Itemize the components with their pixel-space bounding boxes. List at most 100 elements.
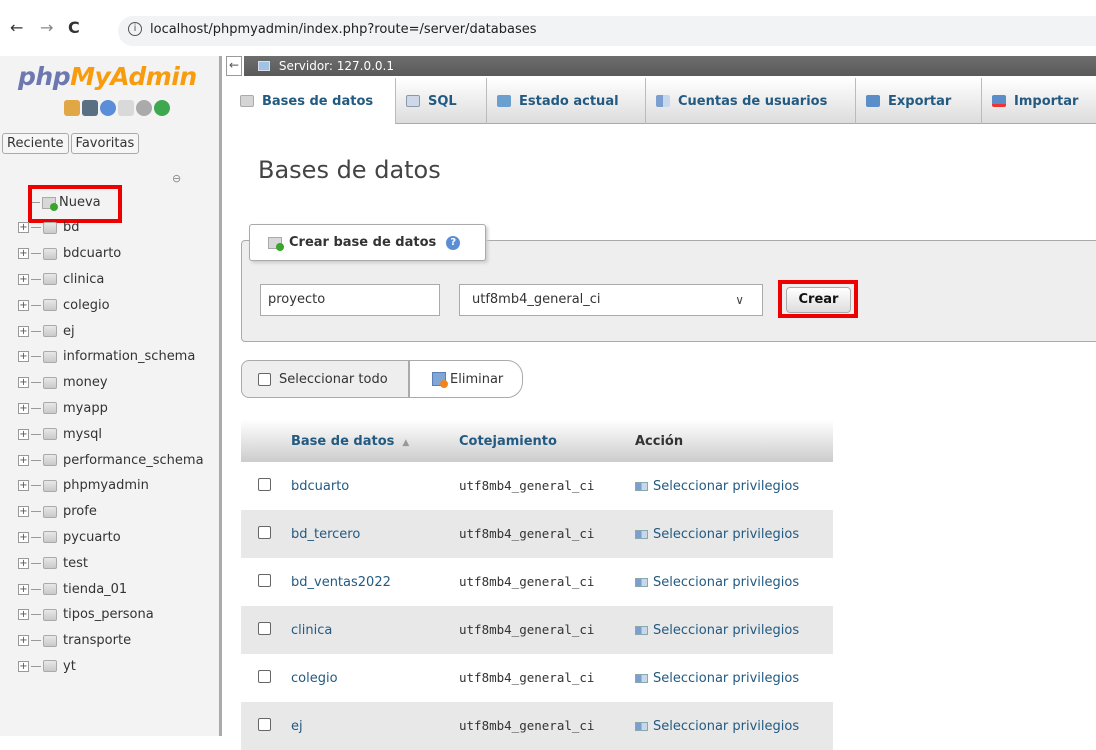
sidebar-db-item[interactable]: + test [18,550,204,576]
expand-plus-icon[interactable]: + [18,660,29,672]
sidebar-db-label: money [63,375,108,391]
check-privileges-link[interactable]: Seleccionar privilegios [635,479,833,494]
check-privileges-link[interactable]: Seleccionar privilegios [635,527,833,542]
quick-icons [64,100,170,116]
expand-plus-icon[interactable]: + [18,299,29,311]
row-checkbox[interactable] [258,669,271,683]
docs-icon[interactable] [100,100,116,116]
server-label[interactable]: Servidor: 127.0.0.1 [279,59,394,73]
collation-select[interactable]: utf8mb4_general_ci ∨ [459,284,763,316]
expand-plus-icon[interactable]: + [18,531,29,543]
phpmyadmin-logo[interactable]: phpMyAdmin [18,62,197,91]
url-text[interactable]: localhost/phpmyadmin/index.php?route=/se… [150,22,536,37]
page-icon[interactable] [118,100,134,116]
row-checkbox[interactable] [258,573,271,587]
expand-plus-icon[interactable]: + [18,325,29,337]
row-checkbox[interactable] [258,717,271,731]
sidebar-db-label: clinica [63,271,105,287]
forward-arrow-icon[interactable]: → [40,18,53,37]
sidebar-db-item[interactable]: + profe [18,499,204,525]
sidebar-db-item[interactable]: + performance_schema [18,447,204,473]
expand-plus-icon[interactable]: + [18,248,29,260]
sidebar-db-label: performance_schema [63,452,204,468]
check-privileges-link[interactable]: Seleccionar privilegios [635,623,833,638]
database-link[interactable]: clinica [291,623,332,638]
collapse-panel-button[interactable]: ← [226,56,242,76]
sidebar-db-item[interactable]: + tipos_persona [18,602,204,628]
tab-favorites[interactable]: Favoritas [70,133,140,154]
database-icon [43,221,57,234]
row-checkbox[interactable] [258,525,271,539]
expand-plus-icon[interactable]: + [18,583,29,595]
info-icon[interactable]: i [128,22,142,36]
settings-gear-icon[interactable] [136,100,152,116]
expand-plus-icon[interactable]: + [18,402,29,414]
reload-nav-icon[interactable] [154,100,170,116]
row-checkbox[interactable] [258,477,271,491]
sidebar-db-item[interactable]: + colegio [18,292,204,318]
tab-recent[interactable]: Reciente [2,133,69,154]
sidebar-db-label: colegio [63,297,110,313]
tab-sql[interactable]: SQL [396,78,487,124]
collation-text: utf8mb4_general_ci [459,718,595,733]
table-row: clinica utf8mb4_general_ci Seleccionar pri… [241,606,833,654]
databases-table: Base de datos ▲ Cotejamiento Acción bdcua… [241,420,833,750]
row-checkbox[interactable] [258,621,271,635]
database-link[interactable]: bdcuarto [291,479,349,494]
expand-plus-icon[interactable]: + [18,351,29,363]
sidebar-db-item[interactable]: + bd [18,215,204,241]
expand-plus-icon[interactable]: + [18,222,29,234]
tab-databases[interactable]: Bases de datos [226,78,396,124]
expand-plus-icon[interactable]: + [18,273,29,285]
select-all-checkbox[interactable] [258,372,271,386]
expand-plus-icon[interactable]: + [18,480,29,492]
sidebar-db-item[interactable]: + bdcuarto [18,241,204,267]
tab-export[interactable]: Exportar [856,78,982,124]
sidebar-db-item[interactable]: + ej [18,318,204,344]
expand-plus-icon[interactable]: + [18,557,29,569]
home-icon[interactable] [64,100,80,116]
browser-toolbar: ← → C i localhost/phpmyadmin/index.php?r… [0,0,1096,52]
export-icon [866,95,880,107]
check-privileges-link[interactable]: Seleccionar privilegios [635,719,833,734]
header-database[interactable]: Base de datos ▲ [291,420,459,462]
check-privileges-link[interactable]: Seleccionar privilegios [635,575,833,590]
database-link[interactable]: ej [291,719,303,734]
sidebar-db-item[interactable]: + pycuarto [18,525,204,551]
help-icon[interactable]: ? [446,235,461,250]
sidebar-db-item[interactable]: + myapp [18,396,204,422]
back-arrow-icon[interactable]: ← [10,18,23,37]
database-link[interactable]: colegio [291,671,338,686]
sidebar-db-item[interactable]: + tienda_01 [18,576,204,602]
sidebar-db-item[interactable]: + clinica [18,267,204,293]
exit-icon[interactable] [82,100,98,116]
expand-plus-icon[interactable]: + [18,506,29,518]
reload-icon[interactable]: C [68,18,80,37]
expand-plus-icon[interactable]: + [18,377,29,389]
highlight-box-crear [778,280,858,318]
database-name-input[interactable]: proyecto [260,284,440,316]
tab-status[interactable]: Estado actual [487,78,646,124]
sidebar-db-item[interactable]: + information_schema [18,344,204,370]
sidebar-db-item[interactable]: + phpmyadmin [18,473,204,499]
database-icon [43,428,57,441]
expand-plus-icon[interactable]: + [18,635,29,647]
sidebar-db-item[interactable]: + money [18,370,204,396]
database-link[interactable]: bd_ventas2022 [291,575,391,590]
link-chain-icon[interactable]: ⊖ [172,172,181,185]
sidebar-db-item[interactable]: + mysql [18,421,204,447]
sidebar-db-item[interactable]: + yt [18,654,204,680]
check-privileges-link[interactable]: Seleccionar privilegios [635,671,833,686]
tab-user-accounts[interactable]: Cuentas de usuarios [646,78,856,124]
delete-button[interactable]: Eliminar [409,360,523,398]
collation-text: utf8mb4_general_ci [459,622,595,637]
tab-import[interactable]: Importar [982,78,1096,124]
sidebar-db-label: information_schema [63,349,196,365]
expand-plus-icon[interactable]: + [18,454,29,466]
sidebar-db-item[interactable]: + transporte [18,628,204,654]
expand-plus-icon[interactable]: + [18,609,29,621]
expand-plus-icon[interactable]: + [18,428,29,440]
database-link[interactable]: bd_tercero [291,527,360,542]
select-all-control[interactable]: Seleccionar todo [241,360,409,398]
header-collation[interactable]: Cotejamiento [459,420,635,462]
